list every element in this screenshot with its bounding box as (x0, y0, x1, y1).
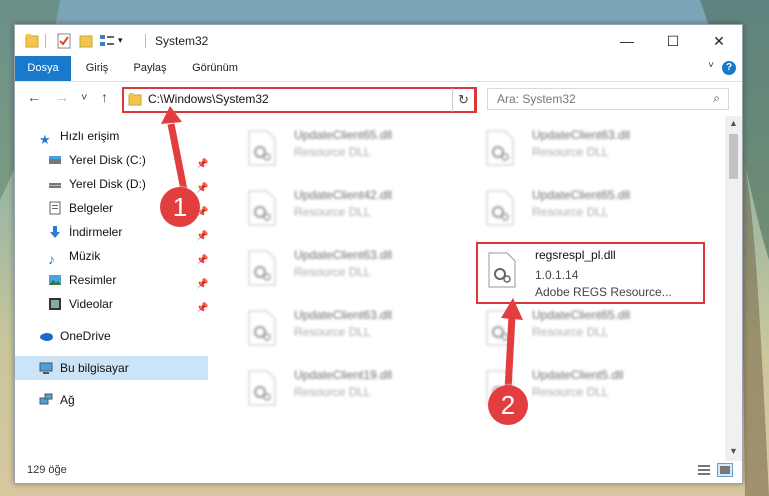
arrowhead-1 (161, 106, 182, 124)
step-badge-1: 1 (160, 187, 200, 227)
annotation-arrows (161, 106, 523, 391)
arrowhead-2 (501, 298, 523, 320)
step-badge-2: 2 (488, 385, 528, 425)
arrow-2 (504, 315, 516, 391)
